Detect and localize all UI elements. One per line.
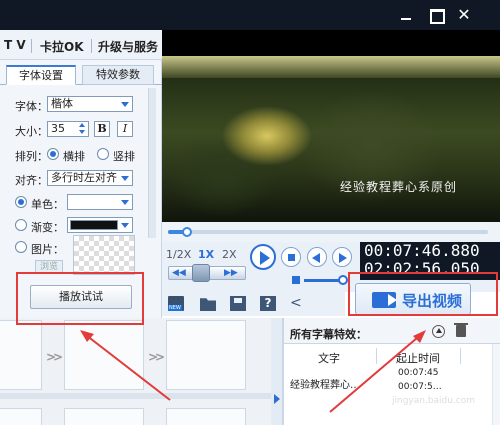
volume-icon[interactable] — [292, 276, 300, 284]
speed-double[interactable]: 2X — [222, 248, 237, 261]
effects-header: 所有字幕特效： — [284, 318, 500, 344]
settings-tabs: 字体设置 特效参数 — [0, 63, 162, 85]
stepper-arrows-icon[interactable] — [79, 123, 86, 135]
stop-icon[interactable] — [281, 247, 301, 267]
arrange-label: 排列： — [15, 150, 48, 163]
gradient-label: 渐变： — [31, 221, 64, 234]
share-icon[interactable]: < — [290, 296, 306, 311]
effects-scrollbar[interactable] — [492, 344, 500, 425]
size-label: 大小： — [15, 125, 48, 138]
progress-handle[interactable] — [182, 227, 193, 237]
radio-horizontal[interactable] — [47, 148, 59, 160]
current-time: 00:07:46.880 — [364, 241, 480, 260]
menu-item-tv[interactable]: T V — [4, 38, 26, 52]
trash-icon[interactable] — [454, 323, 468, 337]
font-select[interactable]: 楷体 — [47, 96, 133, 112]
storyboard-slot[interactable] — [166, 320, 246, 390]
minimize-icon[interactable] — [398, 7, 414, 23]
chevron-right-icon: >> — [46, 350, 63, 364]
radio-solid-color[interactable] — [15, 196, 27, 208]
image-label: 图片： — [31, 243, 64, 256]
move-up-icon[interactable] — [432, 325, 445, 338]
storyboard-slot[interactable] — [0, 408, 42, 425]
align-select[interactable]: 多行时左对齐 — [47, 170, 133, 186]
column-divider — [460, 348, 461, 364]
size-stepper[interactable]: 35 — [47, 121, 89, 137]
radio-vertical[interactable] — [97, 148, 109, 160]
chevron-down-icon — [121, 200, 129, 205]
effect-start-time: 00:07:45 — [398, 368, 439, 378]
column-header-time[interactable]: 起止时间 — [396, 350, 440, 366]
menu-divider — [31, 39, 32, 53]
progress-track — [168, 230, 488, 234]
gradient-picker[interactable] — [67, 217, 133, 233]
font-select-value: 楷体 — [51, 97, 73, 110]
solid-color-label: 单色： — [31, 198, 64, 211]
top-menu: T V 卡拉OK 升级与服务 — [0, 30, 162, 60]
maximize-icon[interactable] — [428, 7, 445, 24]
chevron-down-icon — [121, 176, 129, 181]
rewind-icon[interactable]: ◀◀ — [172, 268, 186, 278]
effect-text: 经验教程葬心… — [290, 380, 360, 391]
effects-title: 所有字幕特效： — [290, 328, 367, 341]
radio-gradient[interactable] — [15, 219, 27, 231]
bold-button[interactable]: B — [94, 121, 110, 137]
storyboard-slot[interactable] — [64, 408, 144, 425]
video-watermark: 经验教程葬心系原创 — [340, 180, 458, 194]
font-label: 字体： — [15, 100, 48, 113]
storyboard-slot[interactable] — [64, 320, 144, 390]
volume-handle[interactable] — [338, 275, 348, 285]
close-icon[interactable]: ✕ — [456, 7, 472, 23]
file-toolbar: ? < — [162, 292, 345, 316]
play-icon[interactable] — [250, 244, 276, 270]
image-preview — [73, 235, 135, 275]
annotation-box-preview — [16, 272, 144, 325]
volume-slider[interactable] — [304, 279, 342, 282]
previous-icon[interactable] — [307, 247, 327, 267]
open-folder-icon[interactable] — [200, 298, 216, 311]
video-preview[interactable]: 经验教程葬心系原创 — [162, 30, 500, 222]
radio-image[interactable] — [15, 241, 27, 253]
next-icon[interactable] — [332, 247, 352, 267]
storyboard-slot[interactable] — [0, 320, 42, 390]
chevron-down-icon — [121, 102, 129, 107]
italic-button[interactable]: I — [117, 121, 133, 137]
fast-forward-icon[interactable]: ▶▶ — [224, 268, 238, 278]
menu-item-upgrade[interactable]: 升级与服务 — [98, 38, 158, 55]
size-value: 35 — [51, 122, 65, 135]
video-frame — [162, 56, 500, 222]
menu-divider — [91, 39, 92, 53]
subtitle-effects-panel: 所有字幕特效： 文字 起止时间 经验教程葬心… 00:07:45 00:07:5… — [283, 318, 500, 425]
effect-end-time: 00:07:5… — [398, 382, 442, 392]
align-label: 对齐： — [15, 174, 48, 187]
save-icon[interactable] — [230, 296, 246, 311]
menu-item-karaoke[interactable]: 卡拉OK — [40, 38, 84, 55]
storyboard-slot[interactable] — [166, 408, 246, 425]
speed-slider-knob[interactable] — [192, 264, 210, 282]
annotation-box-export — [348, 272, 498, 316]
site-watermark: jingyan.baidu.com — [392, 396, 476, 406]
chevron-right-icon: >> — [148, 350, 165, 364]
speed-half[interactable]: 1/2X — [166, 248, 191, 261]
storyboard-scrollbar[interactable] — [0, 393, 271, 399]
video-frame-highlight — [162, 56, 500, 78]
align-select-value: 多行时左对齐 — [51, 171, 117, 184]
settings-scrollbar[interactable] — [148, 88, 156, 238]
help-icon[interactable]: ? — [260, 296, 276, 311]
tab-font-settings[interactable]: 字体设置 — [6, 65, 76, 85]
speed-normal[interactable]: 1X — [198, 248, 214, 261]
radio-vertical-label: 竖排 — [113, 150, 135, 163]
solid-color-picker[interactable] — [67, 194, 133, 210]
storyboard: >> >> — [0, 318, 271, 425]
column-header-text[interactable]: 文字 — [318, 350, 340, 366]
chevron-down-icon — [121, 223, 129, 228]
progress-bar[interactable] — [162, 222, 500, 242]
title-bar: ✕ — [0, 0, 500, 30]
collapse-panel-toggle[interactable] — [271, 318, 283, 425]
radio-horizontal-label: 横排 — [63, 150, 85, 163]
column-divider — [376, 348, 377, 364]
tab-effect-params[interactable]: 特效参数 — [82, 65, 154, 85]
gradient-swatch — [70, 220, 118, 230]
new-icon[interactable] — [168, 296, 184, 311]
